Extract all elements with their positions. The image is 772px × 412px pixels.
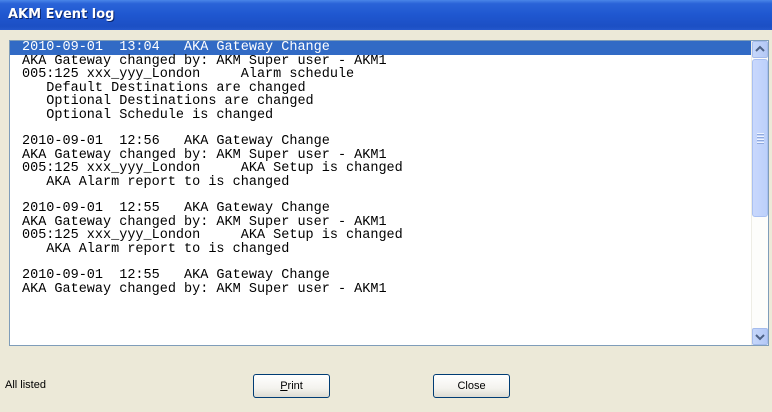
scroll-down-arrow-icon[interactable] — [752, 328, 768, 345]
close-button[interactable]: Close — [433, 374, 510, 398]
print-button[interactable]: Print — [253, 374, 330, 398]
log-line[interactable]: Optional Schedule is changed — [10, 108, 752, 123]
log-line[interactable]: 2010-09-01 12:55 AKA Gateway Change — [10, 269, 752, 283]
thumb-grip-line — [757, 133, 764, 135]
log-line[interactable]: 005:125 xxx_yyy_London AKA Setup is chan… — [10, 229, 752, 243]
log-line[interactable]: AKA Gateway changed by: AKM Super user -… — [10, 282, 752, 297]
log-line[interactable]: Optional Destinations are changed — [10, 95, 752, 109]
log-line[interactable]: AKA Gateway changed by: AKM Super user -… — [10, 148, 752, 163]
log-line[interactable]: 005:125 xxx_yyy_London AKA Setup is chan… — [10, 162, 752, 176]
print-button-mnemonic: P — [280, 380, 288, 392]
print-button-label: rint — [287, 380, 303, 392]
scrollbar-thumb[interactable] — [752, 59, 768, 217]
thumb-grip-line — [757, 136, 764, 138]
status-text: All listed — [5, 379, 46, 391]
event-log-lines[interactable]: 2010-09-01 13:04 AKA Gateway Change AKA G… — [10, 41, 752, 345]
window-title: AKM Event log — [8, 7, 115, 22]
log-line[interactable]: Default Destinations are changed — [10, 81, 752, 96]
log-line[interactable]: 2010-09-01 12:55 AKA Gateway Change — [10, 202, 752, 216]
log-line[interactable]: AKA Gateway changed by: AKM Super user -… — [10, 54, 752, 69]
title-bar[interactable]: AKM Event log — [0, 0, 772, 30]
log-line[interactable]: AKA Gateway changed by: AKM Super user -… — [10, 215, 752, 230]
event-log-listbox[interactable]: 2010-09-01 13:04 AKA Gateway Change AKA G… — [9, 40, 769, 346]
log-line[interactable]: 2010-09-01 12:56 AKA Gateway Change — [10, 135, 752, 149]
log-line[interactable]: AKA Alarm report to is changed — [10, 175, 752, 190]
log-line[interactable]: 005:125 xxx_yyy_London Alarm schedule — [10, 68, 752, 82]
log-line[interactable]: AKA Alarm report to is changed — [10, 242, 752, 257]
scroll-up-arrow-icon[interactable] — [752, 41, 768, 58]
event-log-window: AKM Event log 2010-09-01 13:04 AKA Gatew… — [0, 0, 772, 412]
log-line-selected[interactable]: 2010-09-01 13:04 AKA Gateway Change — [10, 41, 752, 55]
thumb-grip-line — [757, 139, 764, 141]
thumb-grip-line — [757, 142, 764, 144]
vertical-scrollbar[interactable] — [751, 41, 768, 345]
